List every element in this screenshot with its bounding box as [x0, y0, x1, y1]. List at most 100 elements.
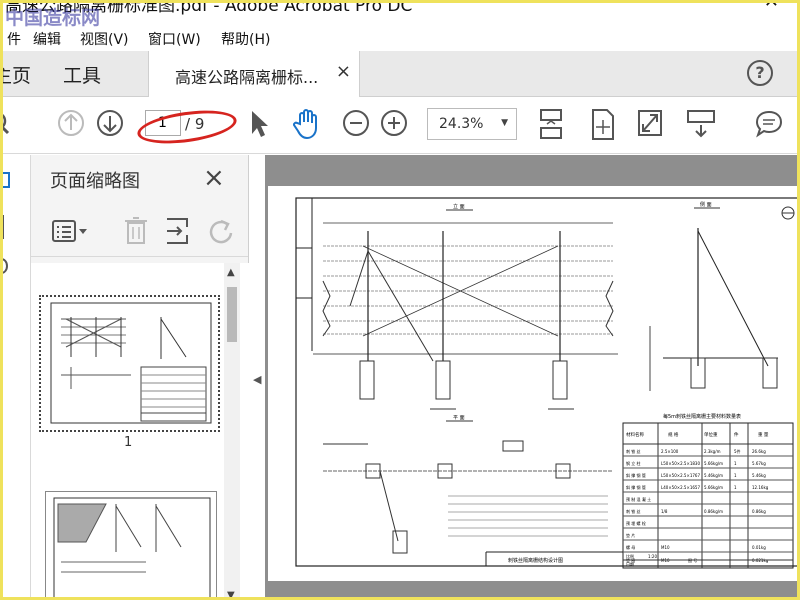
watermark: 中国造标网: [5, 7, 101, 29]
table-cell: 2.3kg/m: [704, 449, 721, 454]
thumbnail-drawing-2: [53, 497, 211, 597]
table-cell: 5.67kg: [752, 461, 766, 466]
tab-document[interactable]: 高速公路隔离栅标... ×: [148, 51, 360, 97]
close-panel-icon[interactable]: ×: [203, 163, 225, 193]
menu-edit[interactable]: 编辑: [33, 29, 61, 49]
table-cell: 5.46kg: [752, 473, 766, 478]
table-cell: 0.86kg: [752, 509, 766, 514]
select-tool-icon[interactable]: [247, 108, 271, 140]
table-cell: 5件: [734, 448, 741, 454]
table-cell: L50×50×2.5×1767: [661, 473, 700, 478]
table-header-count: 件: [734, 431, 739, 438]
thumbnail-scrollbar[interactable]: ▲ ▼: [224, 263, 240, 597]
table-cell: 垫 片: [626, 532, 635, 538]
table-cell: 预 制 混 凝 土: [626, 496, 651, 502]
date-label: 日期: [626, 561, 634, 567]
table-cell: 1/8: [661, 509, 668, 514]
zoom-in-icon[interactable]: [380, 108, 408, 138]
thumbnail-panel: 页面缩略图 × 1 ▲ ▼: [31, 155, 249, 597]
table-cell: 斜 撑 钢 管: [626, 484, 646, 490]
attachments-nav-icon[interactable]: [0, 255, 13, 277]
section-title-side: 侧 面: [700, 201, 712, 208]
window-close-icon[interactable]: ✕: [764, 3, 779, 12]
table-cell: 5.66kg/m: [704, 461, 723, 466]
title-block-name: 刺铁丝隔离栅结构设计图: [508, 557, 563, 564]
tab-document-label: 高速公路隔离栅标...: [175, 68, 319, 87]
table-cell: 0.86kg/m: [704, 509, 723, 514]
tab-tools[interactable]: 工具: [63, 61, 101, 88]
chevron-down-icon: ▼: [501, 118, 508, 128]
menu-window[interactable]: 窗口(W): [148, 29, 201, 49]
page-thumbnail-2[interactable]: [45, 491, 217, 597]
table-cell: 螺 母: [626, 544, 635, 550]
table-cell: 1: [734, 485, 737, 490]
toolbar: 1 / 9 24.3% ▼: [3, 98, 797, 154]
extract-page-icon[interactable]: [163, 215, 191, 247]
table-cell: 26.6kg: [752, 449, 766, 454]
full-screen-icon[interactable]: [636, 108, 664, 140]
pages-nav-icon[interactable]: [0, 171, 13, 191]
next-page-icon[interactable]: [95, 108, 125, 138]
table-cell: 刺 铁 丝: [626, 508, 641, 514]
table-header-spec: 规 格: [668, 431, 679, 438]
table-cell: 5.66kg/m: [704, 485, 723, 490]
title-bar: 高速公路隔离栅标准图.pdf - Adobe Acrobat Pro DC ✕: [3, 3, 797, 17]
table-cell: 1: [734, 461, 737, 466]
table-header-name: 材料名称: [626, 431, 644, 438]
table-cell: M10: [661, 545, 670, 550]
table-cell: 12.16kg: [752, 485, 769, 490]
table-cell: 2.5×100: [661, 449, 679, 454]
table-cell: 斜 撑 钢 管: [626, 472, 646, 478]
menu-bar: 件 编辑 视图(V) 窗口(W) 帮助(H): [3, 27, 797, 49]
tab-bar: 主页 工具 高速公路隔离栅标... × ?: [3, 51, 797, 97]
menu-view[interactable]: 视图(V): [80, 29, 129, 49]
table-cell: 预 埋 螺 栓: [626, 520, 646, 526]
help-icon[interactable]: ?: [747, 60, 773, 86]
rotate-page-icon[interactable]: [207, 215, 235, 247]
zoom-value: 24.3%: [439, 116, 484, 132]
table-cell: 1: [734, 473, 737, 478]
section-title-elevation: 立 面: [453, 203, 465, 210]
table-cell: 钢 立 柱: [626, 460, 641, 466]
table-cell: 刺 铁 丝: [626, 448, 641, 454]
scrollbar-thumb[interactable]: [227, 287, 237, 342]
panel-toolbar: [31, 207, 248, 257]
scale-value: 1:20: [648, 554, 657, 559]
scroll-up-icon[interactable]: ▲: [227, 267, 235, 278]
scrolling-mode-icon[interactable]: [537, 108, 565, 142]
table-cell: 0.01kg: [752, 545, 766, 550]
engineering-drawing: 立 面 侧 面 平 面 每5m刺铁丝隔离栅主要材料数量表 材料名称 规 格 单位…: [295, 197, 797, 569]
keyboard-icon[interactable]: [686, 108, 716, 140]
zoom-select[interactable]: 24.3% ▼: [427, 108, 517, 140]
section-title-plan: 平 面: [453, 415, 465, 421]
previous-page-icon[interactable]: [56, 108, 86, 138]
menu-file[interactable]: 件: [7, 29, 21, 49]
table-title: 每5m刺铁丝隔离栅主要材料数量表: [663, 413, 741, 420]
menu-help[interactable]: 帮助(H): [221, 29, 270, 49]
document-area: 立 面 侧 面 平 面 每5m刺铁丝隔离栅主要材料数量表 材料名称 规 格 单位…: [265, 155, 797, 597]
table-header-unit: 单位重: [704, 431, 718, 438]
scale-label: 比例: [626, 553, 634, 559]
bookmarks-nav-icon[interactable]: [0, 213, 13, 241]
scroll-down-icon[interactable]: ▼: [227, 590, 235, 597]
comment-icon[interactable]: [754, 108, 784, 140]
thumbnail-page-number: 1: [124, 435, 133, 450]
table-cell: L40×50×2.5×1657: [661, 485, 700, 490]
zoom-out-icon[interactable]: [342, 108, 370, 138]
table-cell: 5.46kg/m: [704, 473, 723, 478]
drawing-no-label: 图 号: [688, 557, 697, 563]
hand-tool-icon[interactable]: [292, 108, 322, 140]
thumbnail-list: 1: [31, 263, 249, 597]
close-tab-icon[interactable]: ×: [336, 61, 351, 82]
page-thumbnail-1[interactable]: [39, 295, 220, 432]
rotate-fit-icon[interactable]: [590, 108, 616, 142]
search-icon[interactable]: [0, 108, 13, 138]
collapse-panel-icon[interactable]: ◀: [253, 373, 261, 386]
table-header-weight: 重 量: [758, 431, 769, 438]
delete-page-icon[interactable]: [123, 215, 149, 247]
pdf-page: 立 面 侧 面 平 面 每5m刺铁丝隔离栅主要材料数量表 材料名称 规 格 单位…: [268, 186, 797, 581]
options-menu-icon[interactable]: [51, 217, 91, 247]
app-window: 高速公路隔离栅标准图.pdf - Adobe Acrobat Pro DC ✕ …: [0, 0, 800, 600]
panel-title: 页面缩略图: [50, 171, 140, 192]
tab-home[interactable]: 主页: [3, 61, 31, 88]
